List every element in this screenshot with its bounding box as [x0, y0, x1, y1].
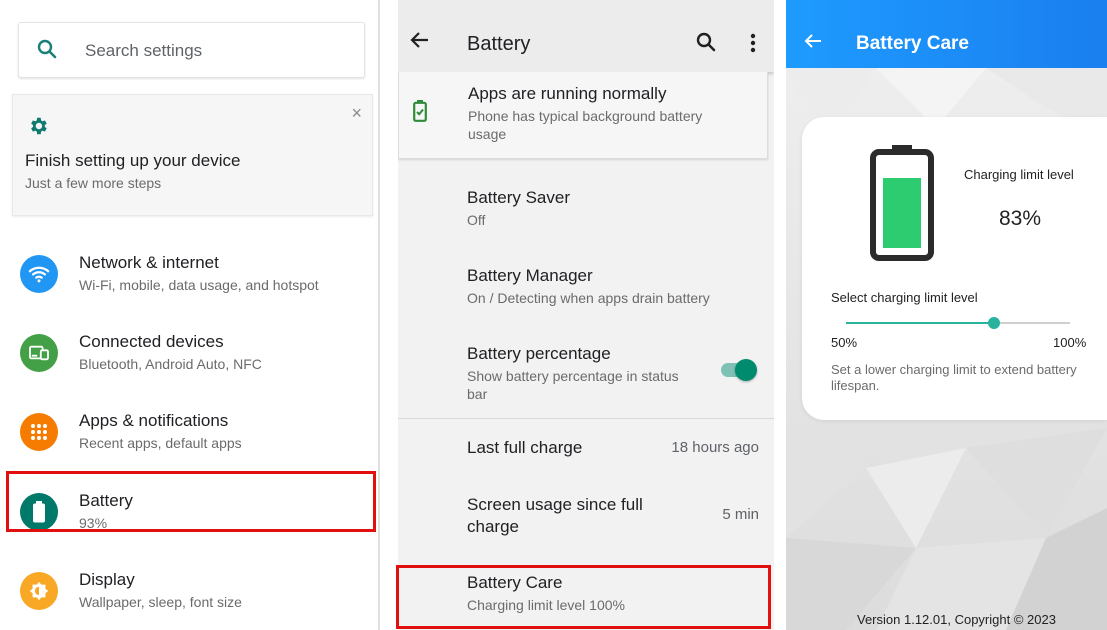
back-arrow-icon[interactable] [410, 30, 430, 55]
highlight-battery-item [6, 471, 376, 532]
item-title: Battery percentage [467, 344, 611, 363]
gear-icon [27, 115, 49, 142]
settings-item-display[interactable]: Display Wallpaper, sleep, font size [0, 554, 378, 630]
item-subtitle: Off [467, 212, 486, 228]
toggle-knob [735, 359, 757, 381]
settings-item-title: Apps & notifications [79, 411, 229, 430]
section-divider [398, 418, 774, 419]
search-icon [37, 39, 57, 64]
search-bar[interactable]: Search settings [18, 22, 365, 78]
back-arrow-icon[interactable] [804, 33, 822, 54]
battery-care-app-bar: Battery Care [786, 0, 1107, 68]
connected-devices-icon [20, 334, 58, 372]
battery-check-icon [413, 100, 427, 127]
charging-limit-hint: Set a lower charging limit to extend bat… [831, 362, 1077, 393]
battery-level-icon [870, 145, 934, 266]
item-title: Battery Saver [467, 188, 570, 207]
screen-usage-item[interactable]: Screen usage since full charge [467, 494, 677, 538]
charging-limit-label: Charging limit level [964, 167, 1074, 182]
panel-divider [378, 0, 380, 630]
battery-percentage-toggle[interactable] [721, 359, 757, 381]
item-title: Screen usage since full charge [467, 495, 643, 536]
charging-limit-value: 83% [999, 207, 1042, 230]
slider-thumb[interactable] [987, 317, 1000, 329]
battery-care-panel: Battery Care Charging limit level 83% Se… [786, 0, 1107, 630]
version-text: Version 1.12.01, Copyright © 2023 [857, 612, 1056, 627]
battery-app-bar: Battery [398, 0, 774, 72]
slider-fill [846, 322, 994, 324]
item-title: Last full charge [467, 438, 583, 457]
item-title: Battery Manager [467, 266, 593, 285]
settings-item-title: Network & internet [79, 253, 219, 272]
settings-item-connected-devices[interactable]: Connected devices Bluetooth, Android Aut… [0, 316, 378, 392]
setup-suggestion-card[interactable]: × Finish setting up your device Just a f… [12, 94, 373, 216]
slider-max-label: 100% [1053, 335, 1087, 350]
settings-item-subtitle: Wi-Fi, mobile, data usage, and hotspot [79, 277, 319, 293]
status-subtitle: Phone has typical background battery usa… [468, 108, 703, 142]
search-icon[interactable] [696, 32, 716, 57]
brightness-icon [20, 572, 58, 610]
last-full-charge-value: 18 hours ago [671, 439, 759, 456]
apps-grid-icon [20, 413, 58, 451]
battery-saver-item[interactable]: Battery Saver Off [467, 187, 570, 229]
status-title: Apps are running normally [468, 84, 667, 103]
settings-item-title: Display [79, 570, 135, 589]
settings-item-subtitle: Recent apps, default apps [79, 435, 242, 451]
settings-item-subtitle: Bluetooth, Android Auto, NFC [79, 356, 262, 372]
battery-status-card[interactable]: Apps are running normally Phone has typi… [398, 72, 768, 159]
settings-item-title: Connected devices [79, 332, 224, 351]
setup-card-title: Finish setting up your device [25, 151, 241, 170]
battery-panel: Battery Apps are running normally Phone … [398, 0, 774, 630]
highlight-battery-care-item [396, 565, 771, 629]
settings-panel: Search settings × Finish setting up your… [0, 0, 378, 630]
charging-limit-card: Charging limit level 83% Select charging… [802, 117, 1107, 420]
settings-item-network[interactable]: Network & internet Wi-Fi, mobile, data u… [0, 237, 378, 313]
last-full-charge-item[interactable]: Last full charge [467, 437, 582, 459]
item-subtitle: On / Detecting when apps drain battery [467, 290, 710, 306]
settings-item-apps[interactable]: Apps & notifications Recent apps, defaul… [0, 395, 378, 471]
setup-card-subtitle: Just a few more steps [25, 175, 162, 191]
select-limit-label: Select charging limit level [831, 290, 978, 305]
slider-min-label: 50% [831, 335, 858, 350]
more-options-icon[interactable] [750, 33, 756, 58]
screen-usage-value: 5 min [722, 506, 759, 523]
battery-percentage-item[interactable]: Battery percentage Show battery percenta… [467, 343, 687, 403]
wifi-icon [20, 255, 58, 293]
search-input[interactable]: Search settings [85, 41, 202, 61]
close-icon[interactable]: × [351, 103, 362, 124]
settings-item-subtitle: Wallpaper, sleep, font size [79, 594, 242, 610]
charging-limit-slider[interactable] [846, 317, 1070, 329]
page-title: Battery Care [856, 33, 969, 54]
battery-manager-item[interactable]: Battery Manager On / Detecting when apps… [467, 265, 710, 307]
page-title: Battery [467, 33, 531, 55]
item-subtitle: Show battery percentage in status bar [467, 368, 679, 402]
